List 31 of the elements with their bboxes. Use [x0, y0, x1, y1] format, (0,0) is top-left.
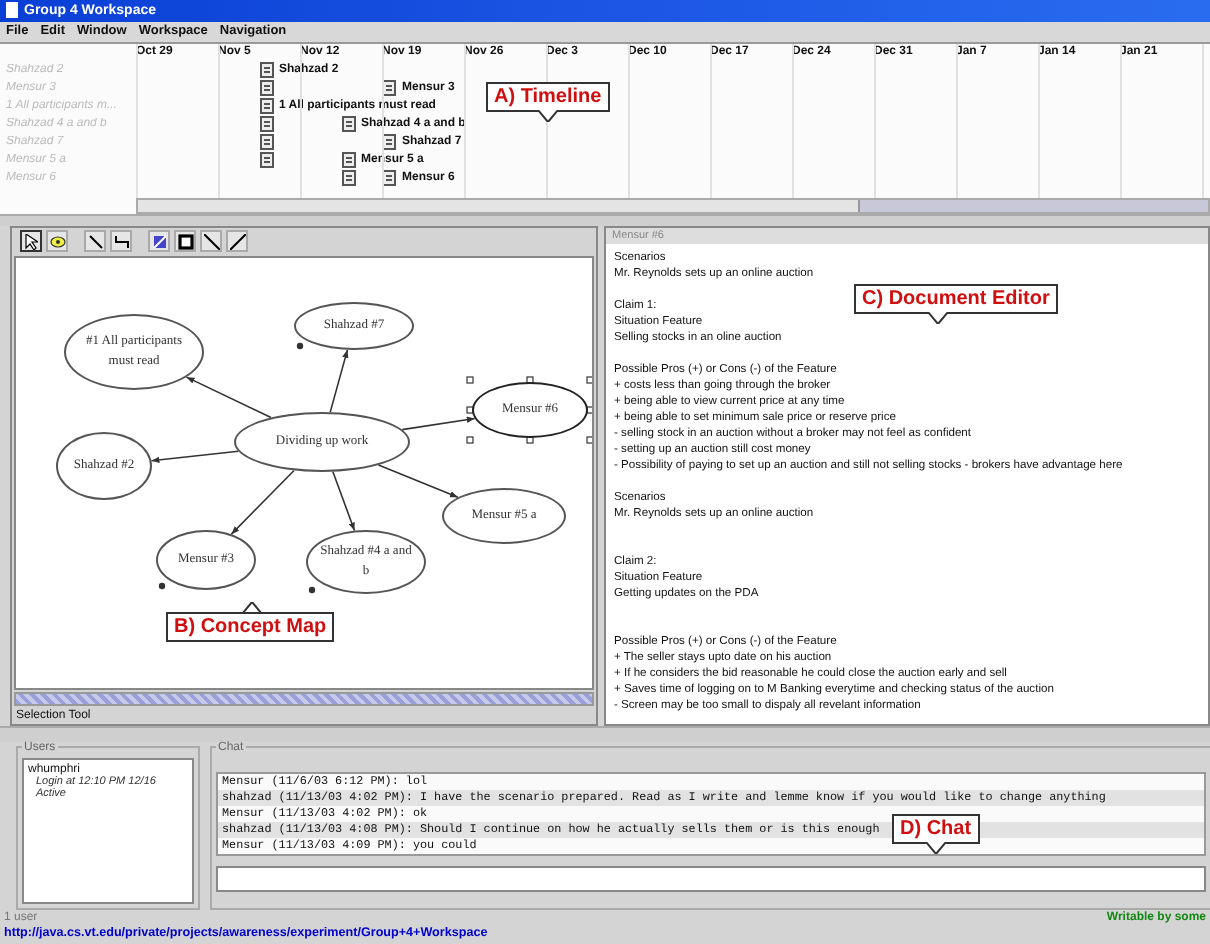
callout-tail-icon [925, 841, 946, 854]
pointer-tool-icon[interactable] [20, 230, 42, 253]
window-icon [6, 2, 18, 19]
horizontal-scrollbar[interactable] [14, 692, 594, 706]
arrow [329, 348, 349, 413]
palette-icon[interactable] [148, 230, 170, 253]
arrow [401, 415, 476, 430]
rectangle-tool-icon[interactable] [174, 230, 196, 253]
arrow [377, 463, 459, 498]
chat-input-field[interactable] [216, 865, 1206, 892]
document-icon [341, 116, 355, 133]
arrow [332, 470, 356, 531]
arrow [230, 469, 295, 535]
anchor-dot-icon [296, 342, 304, 349]
anchor-dot-icon [308, 586, 316, 593]
callout-tail-icon [537, 109, 558, 122]
arrow [150, 449, 240, 463]
callout-tail-icon [242, 601, 262, 614]
document-icon [382, 134, 396, 151]
anchor-dot-icon [158, 582, 166, 589]
document-icon [382, 80, 396, 97]
line-tool-icon[interactable] [200, 230, 222, 253]
document-editor[interactable] [604, 225, 1210, 726]
elbow-connector-icon[interactable] [110, 230, 132, 253]
straight-connector-icon[interactable] [84, 230, 106, 253]
callout-tail-icon [927, 311, 948, 324]
line-tool-icon[interactable] [226, 230, 248, 253]
horizontal-scrollbar[interactable] [136, 198, 1210, 215]
arrow [185, 375, 272, 418]
document-icon [382, 170, 396, 187]
eye-tool-icon[interactable] [46, 230, 68, 253]
